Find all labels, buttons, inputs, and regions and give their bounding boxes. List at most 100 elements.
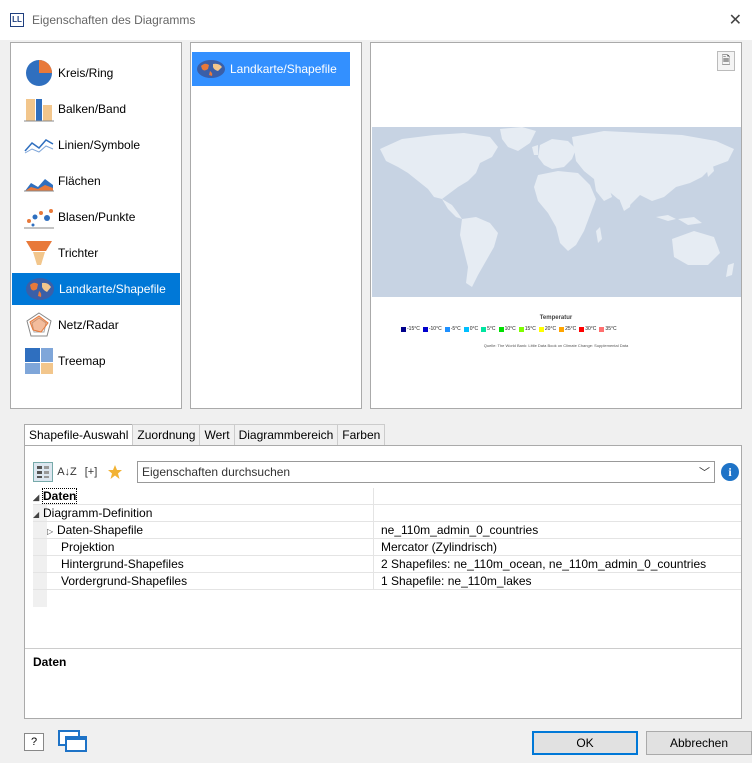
group-title: Diagramm-Definition [43,506,153,520]
tab-diagrammbereich[interactable]: Diagrammbereich [233,424,339,445]
legend-swatch [422,326,428,332]
radar-chart-icon [24,311,54,339]
legend-item: 30°C [579,326,596,332]
property-toolbar: A↓Z [+] [33,460,129,484]
chart-type-funnel[interactable]: Trichter [11,237,181,269]
cancel-button[interactable]: Abbrechen [646,731,752,755]
chart-type-bubble[interactable]: Blasen/Punkte [11,201,181,233]
app-icon: LL [10,13,24,27]
info-icon[interactable]: i [721,463,739,481]
property-value[interactable]: 1 Shapefile: ne_110m_lakes [381,573,532,590]
map-icon [196,58,226,80]
chart-type-pie[interactable]: Kreis/Ring [11,57,181,89]
legend-item: 35°C [599,326,617,332]
description-title: Daten [33,655,67,669]
property-row[interactable]: Hintergrund-Shapefiles 2 Shapefiles: ne_… [33,556,741,573]
ok-button[interactable]: OK [532,731,638,755]
favorites-star-icon[interactable] [105,462,125,482]
legend-label: 20°C [544,326,557,332]
chart-type-label: Netz/Radar [58,318,119,332]
legend-swatch [538,326,544,332]
property-name: Daten-Shapefile [57,523,144,537]
legend-title: Temperatur [539,315,573,321]
tab-zuordnung[interactable]: Zuordnung [132,424,201,445]
chart-type-line[interactable]: Linien/Symbole [11,129,181,161]
funnel-chart-icon [24,239,54,267]
legend-item: -15°C [401,326,420,332]
chart-subtype-list: Landkarte/Shapefile [190,42,362,409]
chart-type-label: Linien/Symbole [58,138,141,152]
legend-swatch [481,326,487,332]
legend-swatch [518,326,524,332]
subtype-map-shapefile[interactable]: Landkarte/Shapefile [192,52,350,86]
chart-type-label: Trichter [58,246,99,260]
section-row[interactable]: ◢ Daten [33,488,741,505]
property-name: Hintergrund-Shapefiles [33,556,374,573]
legend-label: 5°C [487,326,496,332]
chart-type-label: Flächen [58,174,101,188]
expand-all-icon[interactable]: [+] [81,462,101,482]
export-icon[interactable]: 🗎 [717,51,735,71]
legend-item: 0°C [463,326,479,332]
property-value[interactable]: ne_110m_admin_0_countries [381,522,538,539]
legend-item: 10°C [498,326,516,332]
chart-type-treemap[interactable]: Treemap [11,345,181,377]
chart-type-area[interactable]: Flächen [11,165,181,197]
line-chart-icon [24,131,54,159]
subtype-label: Landkarte/Shapefile [230,62,337,76]
group-row[interactable]: ◢ Diagramm-Definition [33,505,741,522]
tab-farben[interactable]: Farben [337,424,386,445]
legend-label: 30°C [585,326,597,332]
legend-item: 5°C [481,326,496,332]
property-value[interactable]: 2 Shapefiles: ne_110m_ocean, ne_110m_adm… [381,556,706,573]
property-row[interactable]: Projektion Mercator (Zylindrisch) [33,539,741,556]
chart-type-label: Blasen/Punkte [58,210,136,224]
area-chart-icon [24,167,54,195]
treemap-icon [24,347,54,375]
categorized-view-icon[interactable] [33,462,53,482]
legend-swatch [498,326,504,332]
help-button[interactable]: ? [24,733,44,751]
chart-type-map[interactable]: Landkarte/Shapefile [12,273,180,305]
source-note: Quelle: The World Bank: Little Data Book… [483,343,629,348]
chevron-down-icon[interactable]: ﹀ [699,464,710,480]
property-name: Projektion [33,539,374,556]
chart-type-label: Balken/Band [58,102,127,116]
legend-swatch [463,326,469,332]
chart-type-bar[interactable]: Balken/Band [11,93,181,125]
legend-label: 10°C [504,326,516,332]
legend-item: -5°C [444,326,461,332]
chart-type-radar[interactable]: Netz/Radar [11,309,181,341]
legend-swatch [401,326,406,332]
description-panel: Daten [25,648,741,718]
property-value[interactable]: Mercator (Zylindrisch) [381,539,497,556]
tab-shapefile-auswahl[interactable]: Shapefile-Auswahl [24,424,134,446]
window-title: Eigenschaften des Diagramms [32,13,196,27]
collapse-arrow-icon[interactable]: ◢ [33,489,43,505]
map-legend: -15°C -10°C -5°C 0°C 5°C 10°C 15°C 20°C 25°C 30°C… [401,326,617,332]
legend-label: -15°C [407,326,420,332]
windows-icon[interactable] [56,728,90,754]
legend-label: 15°C [524,326,536,332]
world-map [372,127,741,297]
legend-item: 25°C [559,326,576,332]
property-search[interactable]: ﹀ [137,461,715,483]
search-input[interactable] [138,462,678,482]
chart-type-list: Kreis/Ring Balken/Band Linien/Symbole Fl… [10,42,182,409]
map-icon [25,275,55,303]
property-name: Vordergrund-Shapefiles [33,573,374,590]
tab-wert[interactable]: Wert [199,424,235,445]
sort-alphabetical-icon[interactable]: A↓Z [57,462,77,482]
legend-label: 0°C [469,326,479,332]
close-icon[interactable]: ✕ [729,10,742,30]
legend-item: -10°C [422,326,442,332]
chart-preview: 🗎 Temperatur -15°C -10°C -5°C 0°C 5°C 10… [370,42,742,409]
property-row[interactable]: Vordergrund-Shapefiles 1 Shapefile: ne_1… [33,573,741,590]
expand-arrow-icon[interactable]: ▷ [47,523,57,539]
collapse-arrow-icon[interactable]: ◢ [33,506,43,522]
property-row[interactable]: ▷ Daten-Shapefile ne_110m_admin_0_countri… [33,522,741,539]
legend-item: 20°C [538,326,557,332]
property-grid: ◢ Daten ◢ Diagramm-Definition ▷ Daten-Shape… [33,488,741,590]
legend-label: -5°C [450,326,461,332]
legend-label: 35°C [605,326,617,332]
